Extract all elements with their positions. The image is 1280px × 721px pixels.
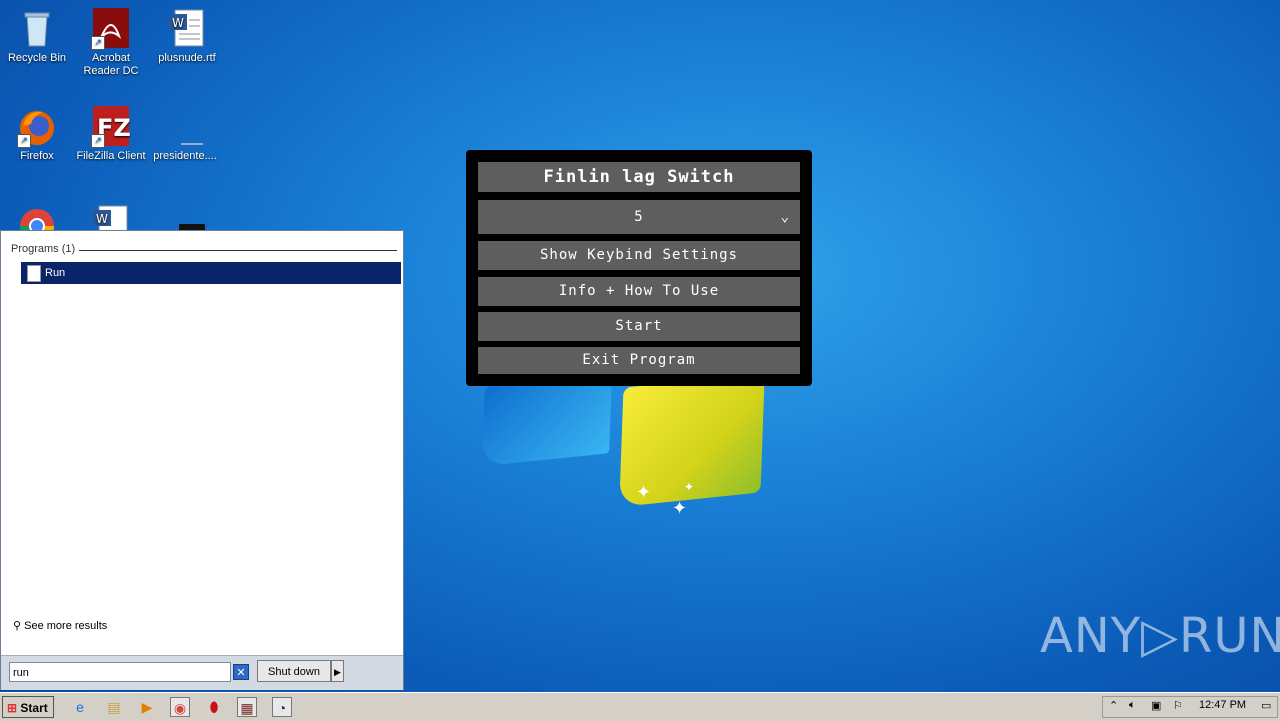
acrobat-icon: ↗ <box>91 8 131 50</box>
sparkle-icon: ✦ <box>672 498 688 518</box>
desktop-icon-presidente[interactable]: presidente.... <box>148 106 222 163</box>
sparkle-icon: ✦ <box>684 480 695 494</box>
windows-flag-icon: ⊞ <box>7 701 18 715</box>
logo-blue-pane <box>482 373 612 467</box>
desktop-icon-acrobat[interactable]: ↗ Acrobat Reader DC <box>74 8 148 78</box>
desktop-icon-plusnude[interactable]: W plusnude.rtf <box>150 8 224 65</box>
show-hidden-icons-icon[interactable]: ⌃ <box>1109 699 1118 712</box>
see-more-label: See more results <box>24 620 108 632</box>
programs-group-header: Programs (1) <box>11 243 76 255</box>
desktop-icon-label: Acrobat Reader DC <box>83 52 139 77</box>
media-player-icon[interactable]: ▶ <box>137 697 157 717</box>
lag-switch-taskbar-icon[interactable]: ◔ <box>272 697 292 717</box>
see-more-results-link[interactable]: ⚲ See more results <box>13 619 107 632</box>
info-how-to-use-button[interactable]: Info + How To Use <box>478 277 800 306</box>
desktop-icon-label: presidente.... <box>153 150 217 162</box>
clear-search-icon[interactable]: ✕ <box>233 664 249 680</box>
desktop-icon-label: plusnude.rtf <box>158 52 216 64</box>
desktop-icon-label: Firefox <box>20 150 54 162</box>
anyrun-watermark: ANY▷RUN <box>1040 608 1280 664</box>
divider <box>79 250 397 251</box>
filezilla-icon: FZ ↗ <box>91 106 131 148</box>
winrar-icon[interactable]: ▦ <box>237 697 257 717</box>
dropdown-selected-value: 5 <box>634 209 644 225</box>
system-tray: ⌃ 🔈︎ ▣ ⚐ 12:47 PM ▭ <box>1102 696 1278 718</box>
search-icon: ⚲ <box>13 620 22 632</box>
start-button[interactable]: Start <box>478 312 800 341</box>
search-result-label: Run <box>45 267 66 279</box>
search-input[interactable]: run <box>9 662 231 682</box>
desktop-icon-label: Recycle Bin <box>7 52 67 64</box>
sparkle-icon: ✦ <box>636 482 652 502</box>
search-result-run[interactable]: Run <box>21 262 401 284</box>
chevron-down-icon: ⌄ <box>780 209 790 225</box>
start-menu-button[interactable]: ⊞ Start <box>2 696 54 718</box>
lag-switch-window: Finlin lag Switch 5 ⌄ Show Keybind Setti… <box>466 150 812 386</box>
volume-icon[interactable]: 🔈︎ <box>1129 699 1136 712</box>
desktop-icon-label: FileZilla Client <box>76 150 146 162</box>
shut-down-options-arrow-icon[interactable]: ▶ <box>331 660 344 682</box>
opera-icon[interactable]: ⬮ <box>204 697 224 717</box>
action-center-flag-icon[interactable]: ⚐ <box>1173 699 1183 712</box>
folder-icon[interactable]: ▤ <box>104 697 124 717</box>
shortcut-arrow-icon: ↗ <box>17 134 31 148</box>
svg-text:W: W <box>96 212 108 226</box>
start-menu: Programs (1) Run ⚲ See more results run … <box>0 230 404 690</box>
document-icon <box>27 264 41 282</box>
shortcut-arrow-icon: ↗ <box>91 134 105 148</box>
show-desktop-icon[interactable]: ▭ <box>1261 699 1271 712</box>
svg-text:W: W <box>172 16 184 30</box>
word-document-icon: W <box>167 8 207 48</box>
start-label: Start <box>20 701 48 715</box>
file-icon <box>165 106 205 146</box>
internet-explorer-icon[interactable]: e <box>70 697 90 717</box>
desktop-icon-filezilla[interactable]: FZ ↗ FileZilla Client <box>74 106 148 163</box>
desktop-icon-recycle-bin[interactable]: Recycle Bin <box>0 8 74 65</box>
firefox-icon: ↗ <box>17 106 57 148</box>
show-keybind-settings-button[interactable]: Show Keybind Settings <box>478 241 800 270</box>
clock[interactable]: 12:47 PM <box>1199 699 1246 711</box>
lag-switch-title: Finlin lag Switch <box>478 162 800 192</box>
start-menu-footer: run ✕ Shut down ▶ <box>1 655 403 690</box>
taskbar: ⊞ Start e ▤ ▶ ◉ ⬮ ▦ ◔ ⌃ 🔈︎ ▣ ⚐ 12:47 PM … <box>0 692 1280 721</box>
shut-down-button[interactable]: Shut down <box>257 660 331 682</box>
exit-program-button[interactable]: Exit Program <box>478 347 800 374</box>
desktop-icon-firefox[interactable]: ↗ Firefox <box>0 106 74 163</box>
lag-value-dropdown[interactable]: 5 ⌄ <box>478 200 800 234</box>
shortcut-arrow-icon: ↗ <box>91 36 105 50</box>
chrome-taskbar-icon[interactable]: ◉ <box>170 697 190 717</box>
network-icon[interactable]: ▣ <box>1151 699 1161 712</box>
recycle-bin-icon <box>17 8 57 48</box>
